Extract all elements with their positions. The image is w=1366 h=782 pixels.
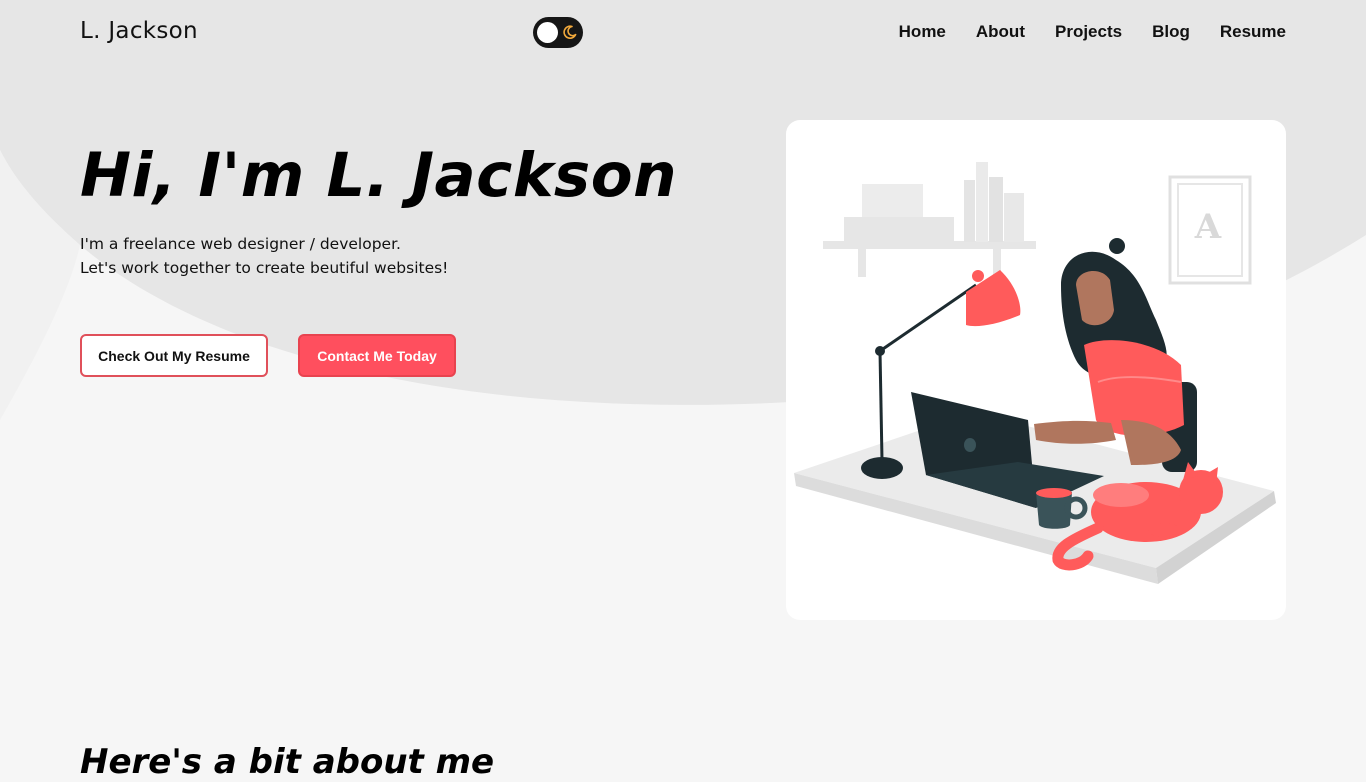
- nav-link-projects[interactable]: Projects: [1055, 22, 1122, 42]
- hero-subtitle-line-1: I'm a freelance web designer / developer…: [80, 235, 401, 253]
- frame-letter: A: [1194, 207, 1222, 247]
- top-navbar: L. Jackson Home About Projects Blog Resu…: [0, 0, 1366, 64]
- hero-subtitle: I'm a freelance web designer / developer…: [80, 232, 448, 280]
- hero-title: Hi, I'm L. Jackson: [80, 140, 678, 211]
- resume-button[interactable]: Check Out My Resume: [80, 334, 268, 377]
- woman-character: [1034, 238, 1184, 465]
- nav-link-about[interactable]: About: [976, 22, 1025, 42]
- main-menu: Home About Projects Blog Resume: [899, 22, 1286, 42]
- theme-toggle[interactable]: [533, 17, 583, 48]
- hero-subtitle-line-2: Let's work together to create beutiful w…: [80, 259, 449, 277]
- wall-frame: A: [1168, 175, 1252, 285]
- toggle-knob: [537, 22, 558, 43]
- hero-illustration-card: A: [786, 120, 1286, 620]
- wall-shelf: [823, 162, 1036, 277]
- nav-link-resume[interactable]: Resume: [1220, 22, 1286, 42]
- about-section-title: Here's a bit about me: [80, 742, 495, 782]
- desk-illustration: A: [794, 162, 1276, 584]
- nav-link-blog[interactable]: Blog: [1152, 22, 1190, 42]
- moon-icon: [563, 25, 577, 39]
- contact-button[interactable]: Contact Me Today: [298, 334, 456, 377]
- site-logo[interactable]: L. Jackson: [80, 18, 198, 44]
- nav-link-home[interactable]: Home: [899, 22, 946, 42]
